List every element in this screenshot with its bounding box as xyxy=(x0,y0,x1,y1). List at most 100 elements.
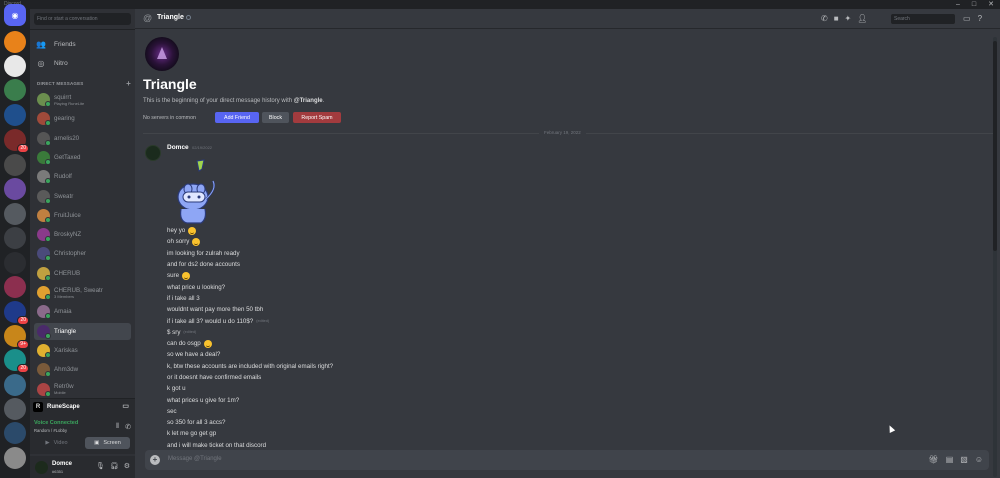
disconnect-icon[interactable]: ✆ xyxy=(125,423,131,431)
dm-item[interactable]: squirrt Playing RuneLite xyxy=(34,91,131,108)
server-icon[interactable] xyxy=(4,55,26,77)
server-icon[interactable] xyxy=(4,276,26,298)
minimize-icon[interactable]: – xyxy=(956,0,960,9)
message-line[interactable]: can do osgp xyxy=(167,338,667,349)
dm-item[interactable]: Xariskas xyxy=(34,342,131,359)
dm-item[interactable]: Rudolf xyxy=(34,168,131,185)
message-line[interactable]: so 350 for all 3 accs? xyxy=(167,417,667,428)
find-conversation-input[interactable]: Find or start a conversation xyxy=(34,13,131,25)
dm-item[interactable]: arnelis20 xyxy=(34,130,131,147)
gear-icon[interactable]: ⚙ xyxy=(124,462,130,470)
dm-item[interactable]: FruitJuice xyxy=(34,207,131,224)
dm-item[interactable]: BroskyNZ xyxy=(34,226,131,243)
monitor-icon[interactable]: ▭ xyxy=(122,402,129,410)
server-icon[interactable] xyxy=(4,31,26,53)
message-line[interactable]: hey yo xyxy=(167,225,667,236)
avatar[interactable] xyxy=(145,145,161,161)
scrollbar[interactable] xyxy=(993,37,997,477)
dm-item[interactable]: gearing xyxy=(34,110,131,127)
server-icon[interactable] xyxy=(4,104,26,126)
emoji-icon[interactable]: ☺ xyxy=(975,455,983,464)
gift-icon[interactable]: 🎁︎ xyxy=(929,455,939,464)
avatar xyxy=(37,343,51,358)
add-friend-icon[interactable]: 👤︎ xyxy=(857,14,867,23)
avatar[interactable] xyxy=(35,461,48,474)
gif-icon[interactable]: ▤ xyxy=(946,455,954,464)
report-spam-button[interactable]: Report Spam xyxy=(293,112,341,123)
message-line[interactable]: k, btw these accounts are included with … xyxy=(167,361,667,372)
message-line[interactable]: what price u looking? xyxy=(167,281,667,292)
server-icon[interactable] xyxy=(4,227,26,249)
dm-item[interactable]: Ahm3dw xyxy=(34,361,131,378)
message-line[interactable]: sec xyxy=(167,406,667,417)
message-line[interactable]: im looking for zulrah ready xyxy=(167,248,667,259)
dm-intro: This is the beginning of your direct mes… xyxy=(143,98,324,104)
dm-item[interactable]: CHERUB xyxy=(34,265,131,282)
server-icon[interactable]: 20 xyxy=(4,129,29,153)
dm-item[interactable]: Retr0w Mobile xyxy=(34,381,131,398)
server-icon[interactable] xyxy=(4,203,26,225)
server-icon[interactable] xyxy=(4,154,26,176)
server-icon[interactable] xyxy=(4,447,26,469)
message-line[interactable]: sure xyxy=(167,270,667,281)
server-icon[interactable]: 20 xyxy=(4,301,29,325)
video-button[interactable]: ▶ Video xyxy=(34,437,79,449)
message-line[interactable]: k let me go get gp xyxy=(167,428,667,439)
message-line[interactable]: or it doesnt have confirmed emails xyxy=(167,372,667,383)
headphones-icon[interactable]: 🎧︎ xyxy=(110,462,119,470)
block-button[interactable]: Block xyxy=(262,112,289,123)
message-line[interactable]: what prices u give for 1m? xyxy=(167,394,667,405)
help-icon[interactable]: ? xyxy=(978,14,982,23)
dm-item[interactable]: Amaia xyxy=(34,303,131,320)
message-line[interactable]: so we have a deal? xyxy=(167,349,667,360)
attach-icon[interactable]: + xyxy=(150,455,160,465)
message-text: if i take all 3 xyxy=(167,294,200,302)
message-line[interactable]: if i take all 3 xyxy=(167,293,667,304)
game-name: RuneScape xyxy=(47,404,80,410)
message-line[interactable]: k got u xyxy=(167,383,667,394)
scrollbar-thumb[interactable] xyxy=(993,41,997,251)
discord-home-icon[interactable]: ◉ xyxy=(4,4,26,26)
message-line[interactable]: oh sorry xyxy=(167,236,667,247)
avatar xyxy=(37,208,51,223)
server-icon[interactable] xyxy=(4,422,26,444)
pin-icon[interactable]: ✦ xyxy=(845,14,852,23)
server-icon[interactable] xyxy=(4,252,26,274)
message-author[interactable]: Domce xyxy=(167,144,189,151)
dm-item[interactable]: Sweatr xyxy=(34,188,131,205)
dm-item[interactable]: Triangle xyxy=(34,322,131,340)
screen-share-button[interactable]: ▣ Screen xyxy=(85,437,130,449)
close-icon[interactable]: ✕ xyxy=(988,0,994,9)
microphone-icon[interactable]: 🎙︎ xyxy=(96,462,105,470)
video-call-icon[interactable]: ■ xyxy=(834,14,839,23)
message-text: sec xyxy=(167,407,177,415)
maximize-icon[interactable]: □ xyxy=(972,0,976,9)
message-line[interactable]: if i take all 3? would u do 110$? (edited… xyxy=(167,315,667,326)
dm-item[interactable]: Christopher xyxy=(34,245,131,262)
message-line[interactable]: wouldnt want pay more then 50 tbh xyxy=(167,304,667,315)
message-composer[interactable]: + Message @Triangle 🎁︎ ▤ ▧ ☺ xyxy=(145,450,989,470)
voice-channel[interactable]: Random / #Lobby xyxy=(34,428,67,433)
server-icon[interactable] xyxy=(4,374,26,396)
dm-item[interactable]: CHERUB, Sweatr 3 Members xyxy=(34,284,131,301)
message-text: so we have a deal? xyxy=(167,351,221,359)
server-icon[interactable] xyxy=(4,178,26,200)
message-line[interactable]: $ sry (edited) xyxy=(167,327,667,338)
message-input[interactable]: Message @Triangle xyxy=(168,456,222,462)
call-icon[interactable]: ✆ xyxy=(821,14,828,23)
server-icon[interactable] xyxy=(4,398,26,420)
dm-item[interactable]: GetTaxed xyxy=(34,149,131,166)
server-icon[interactable] xyxy=(4,79,26,101)
noise-suppression-icon[interactable]: ⦀ xyxy=(116,423,119,431)
message-line[interactable]: and for ds2 done accounts xyxy=(167,259,667,270)
sticker-icon[interactable]: ▧ xyxy=(960,455,968,464)
inbox-icon[interactable]: ▭ xyxy=(963,14,971,23)
search-input[interactable]: Search xyxy=(891,14,955,24)
create-dm-icon[interactable]: + xyxy=(126,80,131,88)
add-friend-button[interactable]: Add Friend xyxy=(215,112,259,123)
sidebar-item-nitro[interactable]: ◎ Nitro xyxy=(36,56,131,70)
server-icon[interactable]: 9+ xyxy=(4,325,29,349)
sidebar-item-friends[interactable]: 👥 Friends xyxy=(36,37,131,51)
voice-status[interactable]: Voice Connected xyxy=(34,420,78,426)
server-icon[interactable]: 20 xyxy=(4,349,29,373)
